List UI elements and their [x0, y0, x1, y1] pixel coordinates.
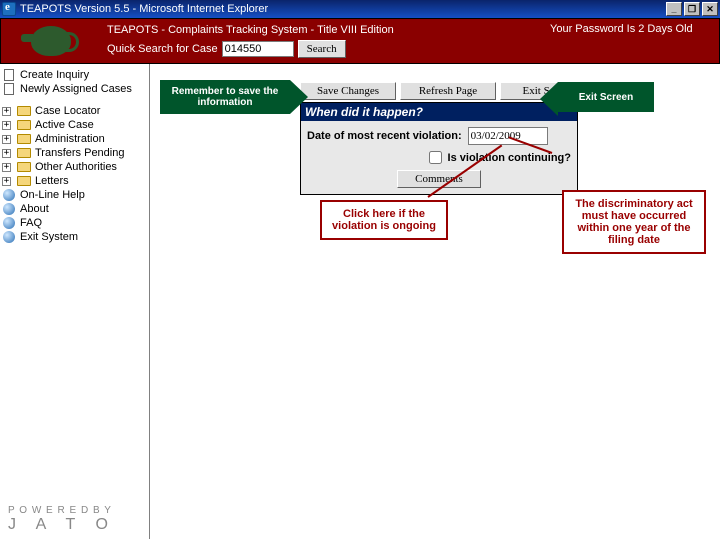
comments-button[interactable]: Comments [397, 170, 481, 188]
refresh-button[interactable]: Refresh Page [400, 82, 496, 100]
window-titlebar: TEAPOTS Version 5.5 - Microsoft Internet… [0, 0, 720, 18]
expand-icon[interactable]: + [2, 107, 11, 116]
expand-icon[interactable]: + [2, 163, 11, 172]
folder-icon [17, 176, 31, 186]
callout-rule: The discriminatory act must have occurre… [562, 190, 706, 254]
sidebar-label: Newly Assigned Cases [20, 83, 132, 95]
jato-logo: J A T O [8, 516, 116, 534]
sidebar-about[interactable]: About [2, 202, 147, 216]
folder-icon [17, 148, 31, 158]
sidebar-label: Case Locator [35, 105, 100, 117]
callout-remember: Remember to save the information [154, 76, 296, 118]
search-button[interactable]: Search [298, 40, 346, 58]
violation-continuing-checkbox[interactable] [429, 151, 442, 164]
faq-icon [2, 217, 16, 229]
sidebar-label: Exit System [20, 231, 78, 243]
exit-icon [2, 231, 16, 243]
sidebar-label: Active Case [35, 119, 94, 131]
sidebar-online-help[interactable]: On-Line Help [2, 188, 147, 202]
maximize-button[interactable]: ❐ [684, 2, 700, 16]
content-area: Save Changes Refresh Page Exit Screen Wh… [150, 64, 720, 539]
panel-title: When did it happen? [301, 103, 577, 121]
logo-cell [1, 19, 101, 63]
folder-icon [17, 134, 31, 144]
violation-date-input[interactable] [468, 127, 548, 145]
sidebar-label: About [20, 203, 49, 215]
sidebar-label: Transfers Pending [35, 147, 124, 159]
sidebar-label: On-Line Help [20, 189, 85, 201]
window-title: TEAPOTS Version 5.5 - Microsoft Internet… [20, 3, 666, 15]
close-button[interactable]: ✕ [702, 2, 718, 16]
sidebar-faq[interactable]: FAQ [2, 216, 147, 230]
expand-icon[interactable]: + [2, 177, 11, 186]
sidebar-label: Letters [35, 175, 69, 187]
continuing-label: Is violation continuing? [448, 152, 571, 164]
sidebar: Create Inquiry Newly Assigned Cases + Ca… [0, 64, 150, 539]
sidebar-case-locator[interactable]: + Case Locator [2, 104, 147, 118]
info-icon [2, 203, 16, 215]
save-button[interactable]: Save Changes [300, 82, 396, 100]
callout-text: Exit Screen [558, 82, 654, 112]
powered-by-label: P O W E R E D B Y [8, 505, 112, 516]
callout-text: Click here if the violation is ongoing [332, 208, 436, 232]
app-header: TEAPOTS - Complaints Tracking System - T… [0, 18, 720, 64]
teapot-icon [31, 26, 71, 56]
document-icon [2, 69, 16, 81]
sidebar-letters[interactable]: + Letters [2, 174, 147, 188]
date-label: Date of most recent violation: [307, 130, 462, 142]
callout-exit: Exit Screen [552, 78, 660, 116]
callout-text: The discriminatory act must have occurre… [575, 198, 692, 246]
ie-icon [2, 2, 16, 16]
app-title: TEAPOTS - Complaints Tracking System - T… [107, 24, 538, 36]
sidebar-transfers-pending[interactable]: + Transfers Pending [2, 146, 147, 160]
callout-text: Remember to save the information [160, 80, 290, 114]
expand-icon[interactable]: + [2, 121, 11, 130]
folder-icon [17, 120, 31, 130]
quick-search-input[interactable] [222, 41, 294, 57]
sidebar-label: Create Inquiry [20, 69, 89, 81]
folder-icon [17, 106, 31, 116]
sidebar-newly-assigned[interactable]: Newly Assigned Cases [2, 82, 147, 96]
expand-icon[interactable]: + [2, 149, 11, 158]
sidebar-administration[interactable]: + Administration [2, 132, 147, 146]
quick-search-label: Quick Search for Case [107, 43, 218, 55]
document-icon [2, 83, 16, 95]
sidebar-create-inquiry[interactable]: Create Inquiry [2, 68, 147, 82]
expand-icon[interactable]: + [2, 135, 11, 144]
sidebar-label: FAQ [20, 217, 42, 229]
callout-ongoing: Click here if the violation is ongoing [320, 200, 448, 240]
help-icon [2, 189, 16, 201]
minimize-button[interactable]: _ [666, 2, 682, 16]
folder-icon [17, 162, 31, 172]
password-age-text: Your Password Is 2 Days Old [550, 23, 693, 35]
sidebar-exit-system[interactable]: Exit System [2, 230, 147, 244]
sidebar-active-case[interactable]: + Active Case [2, 118, 147, 132]
sidebar-label: Administration [35, 133, 105, 145]
password-age-cell: Your Password Is 2 Days Old [544, 19, 719, 63]
sidebar-label: Other Authorities [35, 161, 117, 173]
sidebar-other-authorities[interactable]: + Other Authorities [2, 160, 147, 174]
